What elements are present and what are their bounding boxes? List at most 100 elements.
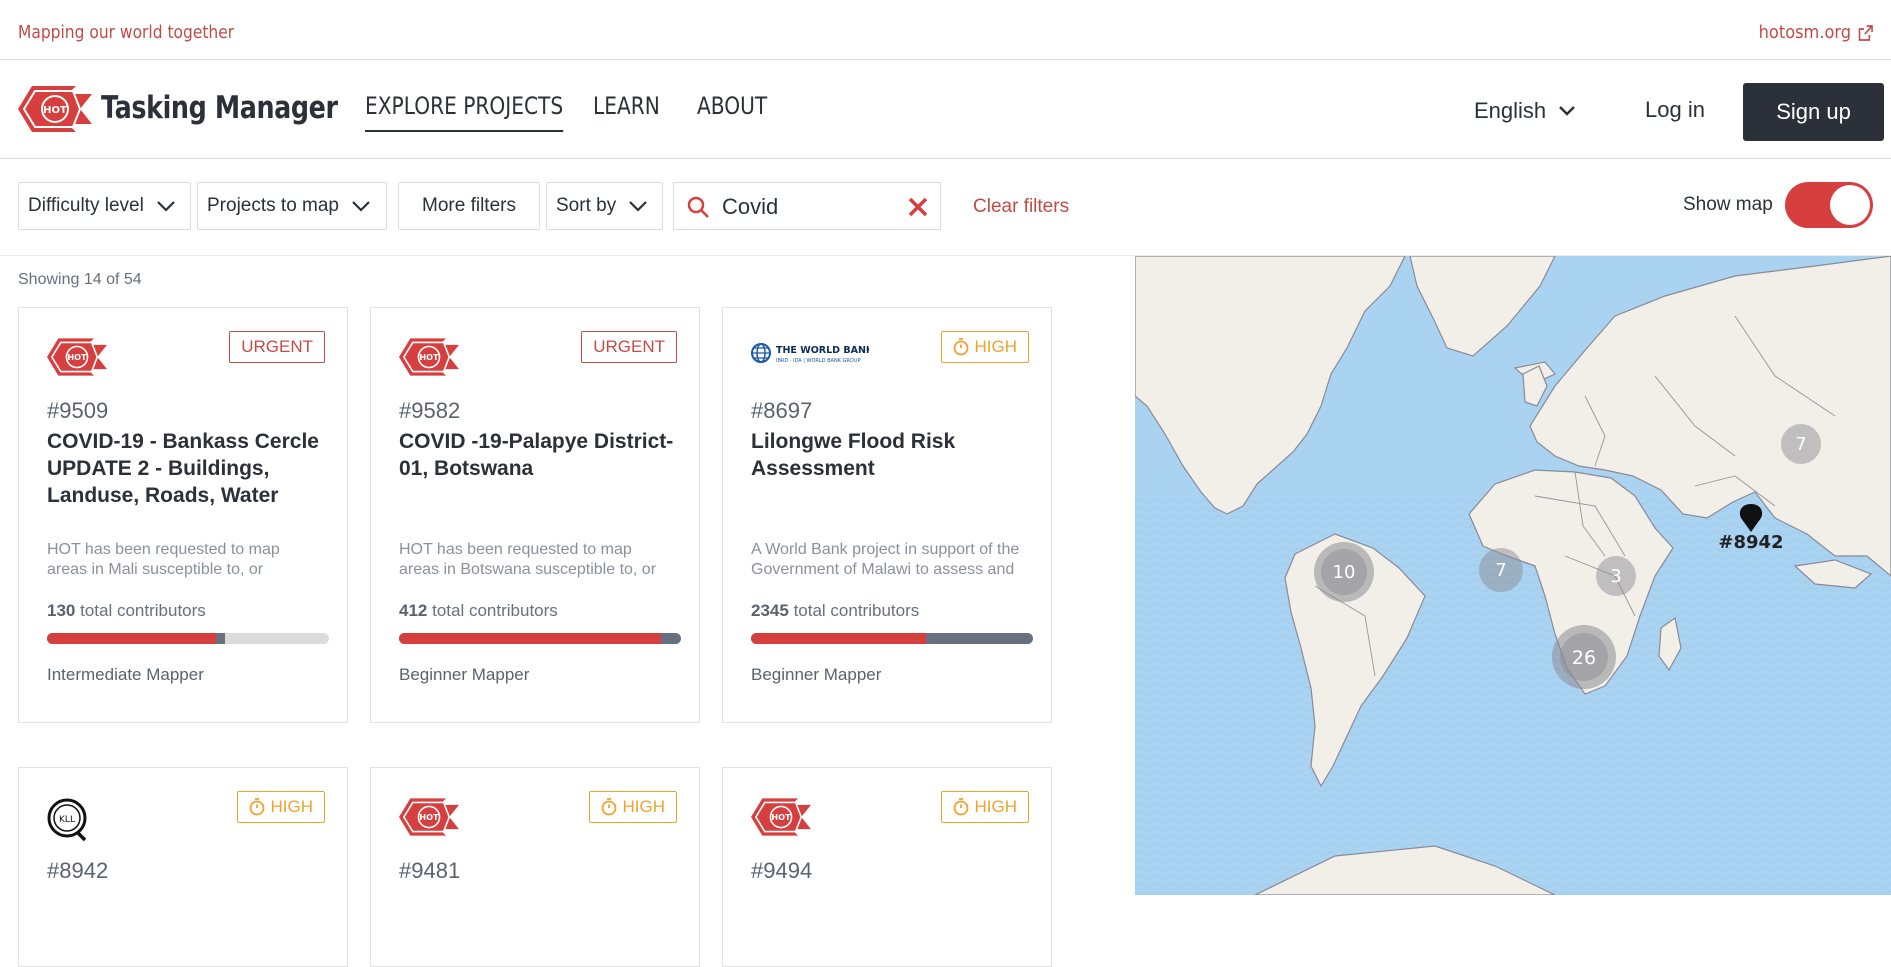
search-icon xyxy=(687,196,709,218)
progress-bar xyxy=(751,633,1033,644)
search-input[interactable]: Covid xyxy=(722,194,778,220)
contributors-label: total contributors xyxy=(793,601,920,620)
search-box[interactable]: Covid xyxy=(673,182,941,230)
priority-label: HIGH xyxy=(622,797,666,816)
contributors-label: total contributors xyxy=(432,601,558,620)
hot-logo-icon: HOT xyxy=(751,798,811,836)
priority-badge: URGENT xyxy=(581,331,677,363)
close-icon[interactable] xyxy=(907,196,929,218)
priority-badge: HIGH xyxy=(588,791,677,823)
projects-to-map-label: Projects to map xyxy=(207,195,339,216)
svg-text:HOT: HOT xyxy=(67,352,87,362)
chevron-down-icon xyxy=(629,201,647,212)
show-map-label: Show map xyxy=(1683,194,1773,215)
progress-bar xyxy=(399,633,681,644)
mapper-level: Beginner Mapper xyxy=(751,665,882,684)
priority-badge: URGENT xyxy=(229,331,325,363)
cluster-count: 7 xyxy=(1495,560,1506,581)
kll-logo-icon: KLL xyxy=(47,798,87,842)
nav-about[interactable]: ABOUT xyxy=(697,92,767,132)
svg-text:THE WORLD BANK: THE WORLD BANK xyxy=(776,345,869,356)
clear-filters-link[interactable]: Clear filters xyxy=(973,196,1069,218)
priority-label: HIGH xyxy=(974,797,1018,816)
timer-icon xyxy=(249,798,264,816)
cluster-marker[interactable]: 3 xyxy=(1596,556,1636,596)
cluster-marker[interactable]: 7 xyxy=(1479,548,1523,592)
sort-by-label: Sort by xyxy=(556,195,617,216)
priority-label: HIGH xyxy=(974,337,1018,356)
project-card[interactable]: HOT HIGH #9494 xyxy=(722,767,1052,967)
main-navbar: HOT Tasking Manager EXPLORE PROJECTS LEA… xyxy=(0,60,1891,159)
cluster-count: 10 xyxy=(1333,562,1356,583)
language-selector[interactable]: English xyxy=(1474,98,1576,124)
projects-to-map-filter[interactable]: Projects to map xyxy=(197,182,387,230)
nav-explore-projects[interactable]: EXPLORE PROJECTS xyxy=(365,92,564,132)
project-card[interactable]: HOT HIGH #9481 xyxy=(370,767,700,967)
project-card[interactable]: KLL HIGH #8942 xyxy=(18,767,348,967)
world-map[interactable]: 10 7 3 26 7 #8942 xyxy=(1135,256,1891,895)
hotosm-link[interactable]: hotosm.org xyxy=(1759,22,1873,43)
cluster-count: 7 xyxy=(1795,434,1806,455)
svg-text:HOT: HOT xyxy=(43,105,67,116)
filter-bar: Difficulty level Projects to map More fi… xyxy=(0,160,1891,256)
priority-badge: HIGH xyxy=(236,791,325,823)
cluster-marker[interactable]: 7 xyxy=(1781,424,1821,464)
results-count: Showing 14 of 54 xyxy=(18,271,142,288)
chevron-down-icon xyxy=(1559,106,1576,116)
project-id: #9481 xyxy=(399,858,461,883)
mapped-fill xyxy=(399,633,662,644)
sort-by-dropdown[interactable]: Sort by xyxy=(546,182,663,230)
language-label: English xyxy=(1474,98,1547,123)
timer-icon xyxy=(601,798,616,816)
login-button[interactable]: Log in xyxy=(1645,97,1705,123)
cluster-marker[interactable]: 26 xyxy=(1552,625,1616,689)
contributors-number: 2345 xyxy=(751,601,789,620)
hotosm-link-label: hotosm.org xyxy=(1759,22,1852,43)
contributors-label: total contributors xyxy=(80,601,206,620)
difficulty-filter[interactable]: Difficulty level xyxy=(18,182,191,230)
projects-map[interactable]: 10 7 3 26 7 #8942 xyxy=(1135,256,1891,895)
contributors-count: 2345 total contributors xyxy=(751,601,919,621)
brand-name[interactable]: Tasking Manager xyxy=(101,90,338,126)
priority-badge: HIGH xyxy=(940,331,1029,363)
project-title[interactable]: COVID-19 - Bankass Cercle UPDATE 2 - Bui… xyxy=(47,428,337,509)
tagline: Mapping our world together xyxy=(18,22,235,43)
project-card[interactable]: HOT URGENT #9509 COVID-19 - Bankass Cerc… xyxy=(18,307,348,723)
more-filters-button[interactable]: More filters xyxy=(398,182,540,230)
priority-badge: HIGH xyxy=(940,791,1029,823)
svg-text:HOT: HOT xyxy=(771,812,791,822)
project-title[interactable]: COVID -19-Palapye District-01, Botswana xyxy=(399,428,689,482)
toggle-knob xyxy=(1830,185,1870,225)
svg-text:HOT: HOT xyxy=(419,812,439,822)
project-description: A World Bank project in support of the G… xyxy=(751,541,1020,578)
external-link-icon xyxy=(1858,24,1873,41)
hot-logo-icon: HOT xyxy=(399,338,459,376)
contributors-count: 412 total contributors xyxy=(399,601,558,621)
chevron-down-icon xyxy=(157,201,175,212)
svg-text:HOT: HOT xyxy=(419,352,439,362)
contributors-number: 130 xyxy=(47,601,76,620)
hot-logo-icon: HOT xyxy=(399,798,459,836)
cluster-count: 3 xyxy=(1610,566,1621,587)
nav-learn[interactable]: LEARN xyxy=(593,92,660,132)
mapper-level: Beginner Mapper xyxy=(399,665,530,684)
signup-button[interactable]: Sign up xyxy=(1743,83,1884,141)
svg-text:KLL: KLL xyxy=(59,815,75,825)
svg-text:IBRD · IDA | WORLD BANK GROUP: IBRD · IDA | WORLD BANK GROUP xyxy=(776,358,861,364)
cluster-count: 26 xyxy=(1572,647,1596,669)
project-title[interactable]: Lilongwe Flood Risk Assessment xyxy=(751,428,1041,482)
difficulty-label: Difficulty level xyxy=(28,195,144,216)
timer-icon xyxy=(953,338,968,356)
project-id: #9509 xyxy=(47,398,109,423)
contributors-count: 130 total contributors xyxy=(47,601,206,621)
project-card[interactable]: THE WORLD BANK IBRD · IDA | WORLD BANK G… xyxy=(722,307,1052,723)
project-id: #8942 xyxy=(47,858,109,883)
progress-bar xyxy=(47,633,329,644)
cluster-marker[interactable]: 10 xyxy=(1314,542,1374,602)
hot-logo-icon[interactable]: HOT xyxy=(18,86,92,132)
hot-logo-icon: HOT xyxy=(47,338,107,376)
project-id: #8697 xyxy=(751,398,813,423)
chevron-down-icon xyxy=(352,201,370,212)
show-map-toggle[interactable] xyxy=(1785,182,1873,228)
project-card[interactable]: HOT URGENT #9582 COVID -19-Palapye Distr… xyxy=(370,307,700,723)
